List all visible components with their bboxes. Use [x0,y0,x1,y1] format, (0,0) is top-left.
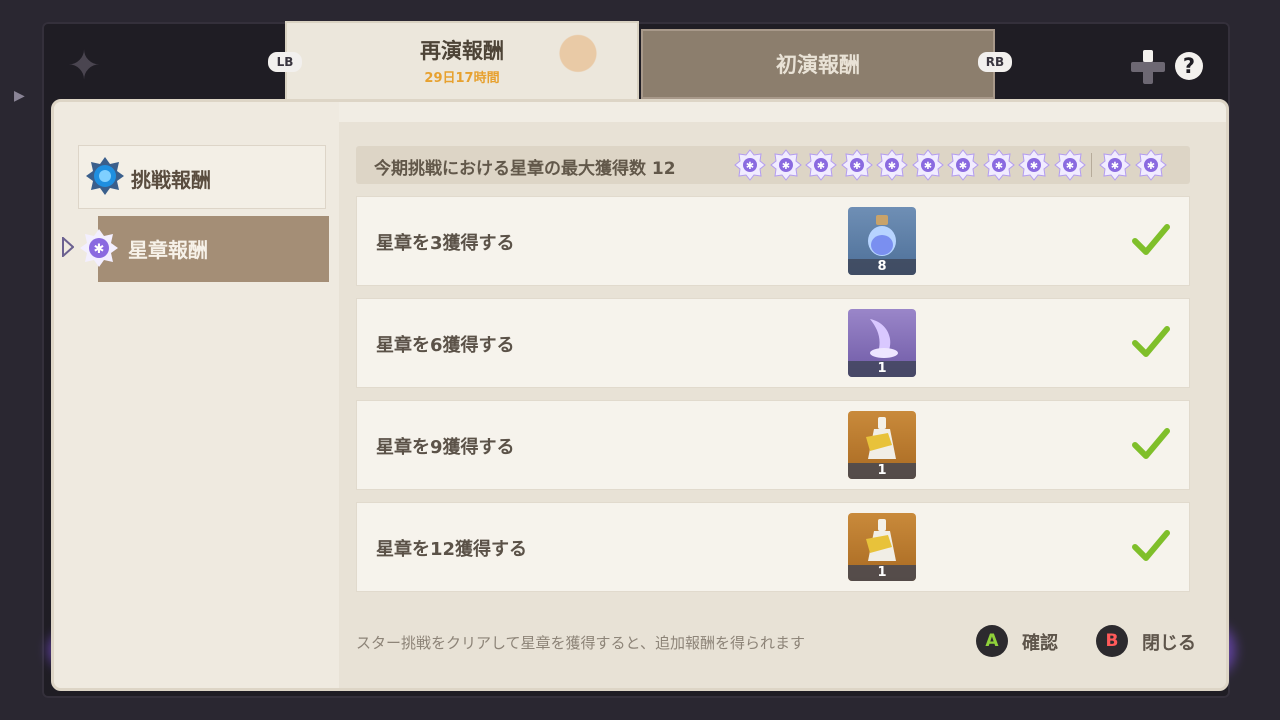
tab-rerun-rewards[interactable]: 再演報酬 29日17時間 [285,21,639,99]
claimed-check-icon [1132,224,1170,255]
star-slot-icon: ✱ [840,149,873,181]
sidebar: 挑戦報酬 ✱ 星章報酬 [54,102,339,688]
star-slot-icon: ✱ [982,149,1015,181]
star-slot-icon: ✱ [947,149,979,181]
tab-first-run-label: 初演報酬 [776,53,860,77]
butterfly-emblem-icon: ✦ [67,43,101,89]
svg-text:✱: ✱ [781,161,789,172]
selection-pointer-icon [62,237,74,257]
close-label: 閉じる [1142,633,1196,654]
svg-text:✱: ✱ [888,161,896,172]
svg-text:✱: ✱ [923,161,931,172]
reward-condition: 星章を6獲得する [376,335,515,356]
claimed-check-icon [1132,530,1170,561]
item-count: 8 [848,259,916,275]
b-button-icon: B [1096,625,1128,657]
svg-text:✱: ✱ [852,161,860,172]
svg-text:✱: ✱ [1146,161,1154,172]
max-stars-text: 今期挑戦における星章の最大獲得数 12 [374,159,676,179]
star-slot-icon: ✱ [1099,149,1131,181]
sidebar-item-label: 挑戦報酬 [131,168,211,192]
reward-item-slot[interactable]: 8 [848,207,916,275]
max-stars-header: 今期挑戦における星章の最大獲得数 12 ✱ ✱ ✱ ✱ ✱ ✱ ✱ ✱ ✱ ✱ ✱ ✱ [356,146,1190,184]
footer-hint: スター挑戦をクリアして星章を獲得すると、追加報酬を得られます [356,634,805,652]
sidebar-item-star-rewards[interactable]: ✱ 星章報酬 [80,216,329,282]
reward-item-slot[interactable]: 1 [848,309,916,377]
sidebar-item-challenge-rewards[interactable]: 挑戦報酬 [78,145,326,209]
tab-decoration [533,23,623,99]
item-count: 1 [848,463,916,479]
confirm-label: 確認 [1022,633,1058,654]
star-emblem-icon: ✱ [80,229,118,267]
reward-condition: 星章を9獲得する [376,437,515,458]
reward-row: 星章を12獲得する 1 [356,502,1190,592]
lb-key-hint[interactable]: LB [268,52,302,72]
svg-text:✱: ✱ [94,242,105,257]
star-slot-icon: ✱ [1134,149,1167,181]
help-icon[interactable]: ? [1175,52,1203,80]
star-separator [1091,153,1092,177]
dpad-icon[interactable] [1131,50,1165,84]
star-slot-icon: ✱ [734,149,766,181]
svg-text:✱: ✱ [1111,161,1119,172]
star-slot-icon: ✱ [1053,149,1086,181]
reward-condition: 星章を12獲得する [376,539,528,560]
star-slot-icon: ✱ [911,149,944,181]
reward-row: 星章を3獲得する 8 [356,196,1190,286]
sidebar-item-label: 星章報酬 [128,238,208,262]
reward-item-slot[interactable]: 1 [848,513,916,581]
rb-key-hint[interactable]: RB [978,52,1012,72]
reward-row: 星章を6獲得する 1 [356,298,1190,388]
item-count: 1 [848,565,916,581]
svg-text:✱: ✱ [817,161,825,172]
claimed-check-icon [1132,326,1170,357]
star-slot-icon: ✱ [769,149,802,181]
svg-text:✱: ✱ [994,161,1002,172]
challenge-medal-icon [86,157,124,195]
reward-item-slot[interactable]: 1 [848,411,916,479]
item-count: 1 [848,361,916,377]
rewards-panel: 挑戦報酬 ✱ 星章報酬 今期挑戦における星章の最大獲得数 12 ✱ ✱ ✱ ✱ ✱ ✱ ✱ ✱… [51,99,1229,691]
svg-text:✱: ✱ [959,161,967,172]
a-button-icon: A [976,625,1008,657]
expand-arrow-icon[interactable]: ▶ [14,88,25,104]
claimed-check-icon [1132,428,1170,459]
svg-text:✱: ✱ [1065,161,1073,172]
svg-text:✱: ✱ [1030,161,1038,172]
star-slot-icon: ✱ [805,149,837,181]
star-slot-icon: ✱ [876,149,908,181]
reward-condition: 星章を3獲得する [376,233,515,254]
svg-text:✱: ✱ [746,161,754,172]
tab-first-run-rewards[interactable]: 初演報酬 [641,29,995,99]
reward-row: 星章を9獲得する 1 [356,400,1190,490]
star-slot-icon: ✱ [1018,149,1050,181]
